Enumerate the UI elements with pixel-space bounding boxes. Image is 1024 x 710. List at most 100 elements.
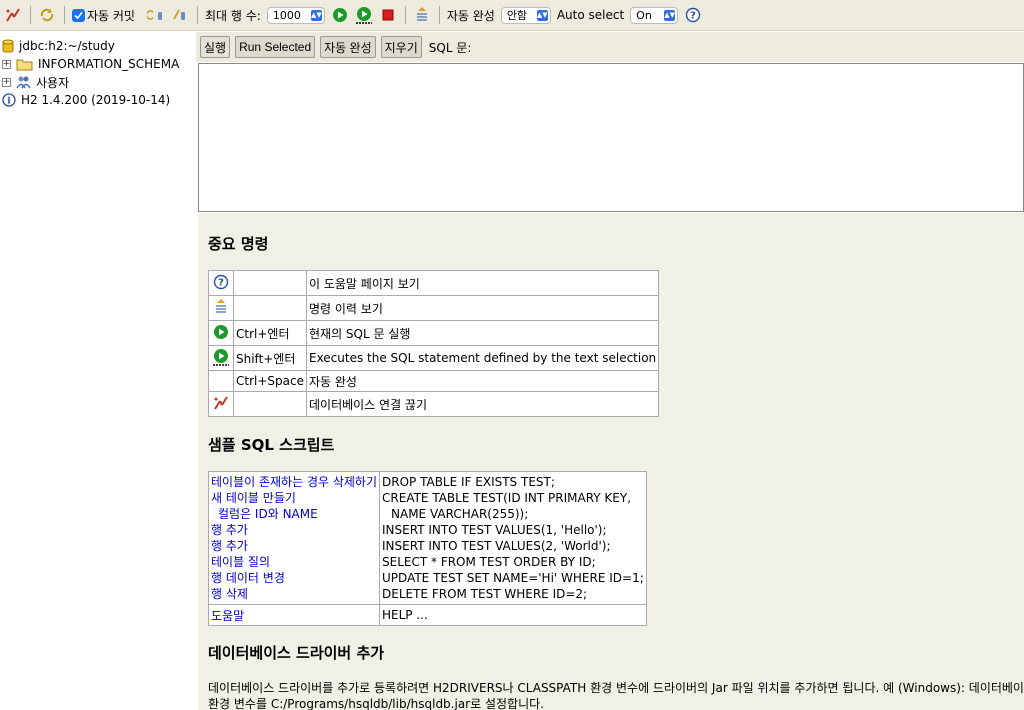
sample-link[interactable]: 행 추가 xyxy=(211,522,377,538)
run-icon xyxy=(208,320,234,346)
sample-code: SELECT * FROM TEST ORDER BY ID; xyxy=(382,555,596,569)
driver-text-line1: 데이터베이스 드라이버를 추가로 등록하려면 H2DRIVERS나 CLASSP… xyxy=(208,681,1024,695)
auto-commit-toggle[interactable]: 자동 커밋 xyxy=(72,7,141,24)
sample-link[interactable]: 행 추가 xyxy=(211,538,377,554)
table-row: 도움말 HELP ... xyxy=(207,604,647,626)
tree-item-users[interactable]: + 사용자 xyxy=(2,73,69,91)
command-key xyxy=(233,295,307,321)
history-icon xyxy=(208,295,234,321)
chevron-updown-icon: ▲▼ xyxy=(536,9,548,21)
table-row: Ctrl+Space 자동 완성 xyxy=(208,370,660,392)
command-desc: 자동 완성 xyxy=(305,370,660,392)
history-icon[interactable] xyxy=(413,6,431,24)
commit-icon[interactable] xyxy=(171,6,189,24)
sample-link[interactable]: 테이블이 존재하는 경우 삭제하기 xyxy=(211,474,377,490)
empty-icon-cell xyxy=(208,370,234,392)
sample-code: DROP TABLE IF EXISTS TEST; xyxy=(382,475,555,489)
database-icon xyxy=(2,39,14,54)
run-selected-icon[interactable] xyxy=(355,6,373,24)
toolbar: 자동 커밋 최대 행 수: 1000 ▲▼ 자동 완성 안함 ▲▼ Auto s… xyxy=(0,0,1024,31)
folder-icon xyxy=(16,58,33,71)
sample-sql-title: 샘플 SQL 스크립트 xyxy=(208,436,335,454)
table-row: 테이블이 존재하는 경우 삭제하기 새 테이블 만들기 컬럼은 ID와 NAME… xyxy=(207,471,647,605)
toolbar-separator xyxy=(30,6,31,24)
toolbar-separator xyxy=(404,6,406,24)
toolbar-separator xyxy=(64,6,65,24)
autocomplete-button[interactable]: 자동 완성 xyxy=(320,36,376,58)
help-icon: ? xyxy=(208,270,234,296)
refresh-icon[interactable] xyxy=(38,6,56,24)
help-code: HELP ... xyxy=(379,604,647,626)
users-icon xyxy=(16,75,31,89)
disconnect-icon xyxy=(208,391,234,417)
auto-select-value: On xyxy=(636,8,652,22)
max-rows-value: 1000 xyxy=(272,8,301,22)
important-commands-title: 중요 명령 xyxy=(208,235,269,253)
command-key xyxy=(233,391,307,417)
commands-table: ? 이 도움말 페이지 보기 명령 이력 보기 Ctrl+엔터 현재의 SQL … xyxy=(208,270,660,417)
sample-sql-table: 테이블이 존재하는 경우 삭제하기 새 테이블 만들기 컬럼은 ID와 NAME… xyxy=(207,471,647,626)
run-selected-button[interactable]: Run Selected xyxy=(235,36,316,58)
command-desc: Executes the SQL statement defined by th… xyxy=(305,345,660,371)
command-desc: 데이터베이스 연결 끊기 xyxy=(305,391,660,417)
expand-icon[interactable]: + xyxy=(2,77,11,87)
run-button[interactable]: 실행 xyxy=(200,36,231,58)
info-icon: i xyxy=(2,93,16,107)
sample-code: NAME VARCHAR(255)); xyxy=(391,507,529,521)
svg-text:?: ? xyxy=(690,11,696,22)
sample-code: CREATE TABLE TEST(ID INT PRIMARY KEY, xyxy=(382,491,632,505)
tree-item-version: i H2 1.4.200 (2019-10-14) xyxy=(2,91,170,109)
users-label: 사용자 xyxy=(36,75,70,90)
sample-code: INSERT INTO TEST VALUES(1, 'Hello'); xyxy=(382,523,607,537)
rollback-icon[interactable] xyxy=(146,6,165,24)
sample-link[interactable]: 행 삭제 xyxy=(211,586,377,602)
sample-link[interactable]: 새 테이블 만들기 xyxy=(211,490,377,506)
chevron-updown-icon: ▲▼ xyxy=(664,9,676,21)
svg-text:i: i xyxy=(7,97,11,107)
auto-select-select[interactable]: On ▲▼ xyxy=(630,6,679,24)
command-key: Shift+엔터 xyxy=(233,345,307,371)
sample-code-cell: DROP TABLE IF EXISTS TEST; CREATE TABLE … xyxy=(379,471,647,605)
sample-link[interactable]: 행 데이터 변경 xyxy=(211,570,377,586)
autocomplete-select[interactable]: 안함 ▲▼ xyxy=(500,6,551,24)
sample-link[interactable]: 컬럼은 ID와 NAME xyxy=(211,506,377,522)
sql-label: SQL 문: xyxy=(428,40,472,55)
table-row: ? 이 도움말 페이지 보기 xyxy=(208,270,660,296)
version-label: H2 1.4.200 (2019-10-14) xyxy=(21,93,171,107)
command-desc: 이 도움말 페이지 보기 xyxy=(305,270,660,296)
command-key xyxy=(233,270,307,296)
command-key: Ctrl+엔터 xyxy=(233,320,307,346)
disconnect-icon[interactable] xyxy=(4,6,22,24)
sample-code: DELETE FROM TEST WHERE ID=2; xyxy=(382,587,588,601)
chevron-updown-icon: ▲▼ xyxy=(310,9,322,21)
driver-text-line2: 환경 변수를 C:/Programs/hsqldb/lib/hsqldb.jar… xyxy=(208,697,544,710)
table-row: Ctrl+엔터 현재의 SQL 문 실행 xyxy=(208,320,660,346)
tree-connection[interactable]: jdbc:h2:~/study xyxy=(2,37,115,55)
sql-editor[interactable] xyxy=(198,63,1024,212)
table-row: 데이터베이스 연결 끊기 xyxy=(208,391,660,417)
toolbar-separator xyxy=(196,6,198,24)
autocomplete-value: 안함 xyxy=(506,9,528,22)
stop-icon[interactable] xyxy=(379,6,397,24)
run-icon[interactable] xyxy=(331,6,349,24)
max-rows-select[interactable]: 1000 ▲▼ xyxy=(266,6,325,24)
connection-label: jdbc:h2:~/study xyxy=(19,39,115,53)
tree-item-information-schema[interactable]: + INFORMATION_SCHEMA xyxy=(2,55,179,73)
sample-link[interactable]: 테이블 질의 xyxy=(211,554,377,570)
query-toolbar: 실행 Run Selected 자동 완성 지우기 SQL 문: xyxy=(196,32,1024,62)
expand-icon[interactable]: + xyxy=(2,59,11,69)
command-key: Ctrl+Space xyxy=(233,370,307,392)
auto-select-label: Auto select xyxy=(556,8,625,22)
sample-code: UPDATE TEST SET NAME='Hi' WHERE ID=1; xyxy=(382,571,644,585)
help-link[interactable]: 도움말 xyxy=(207,604,381,626)
help-icon[interactable]: ? xyxy=(684,6,702,24)
svg-text:?: ? xyxy=(218,277,224,288)
auto-commit-checkbox[interactable] xyxy=(72,8,85,22)
max-rows-label: 최대 행 수: xyxy=(204,8,261,23)
schema-tree: jdbc:h2:~/study + INFORMATION_SCHEMA + 사… xyxy=(0,32,196,710)
command-desc: 현재의 SQL 문 실행 xyxy=(305,320,660,346)
sample-code: INSERT INTO TEST VALUES(2, 'World'); xyxy=(382,539,611,553)
run-selected-icon xyxy=(208,345,234,371)
schema-label: INFORMATION_SCHEMA xyxy=(38,57,180,71)
clear-button[interactable]: 지우기 xyxy=(380,36,422,58)
